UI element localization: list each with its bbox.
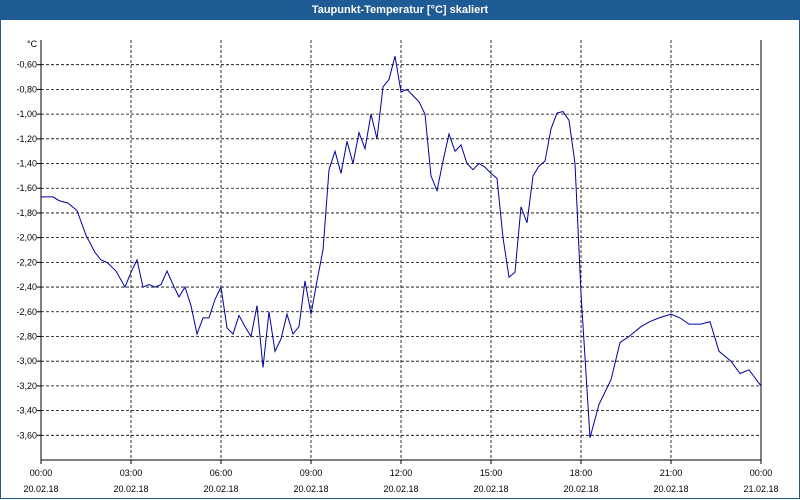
x-tick-time: 12:00 — [390, 468, 413, 478]
y-tick-label: -0,60 — [16, 60, 37, 70]
x-tick-time: 09:00 — [300, 468, 323, 478]
x-tick-date: 20.02.18 — [203, 484, 238, 494]
x-tick-date: 20.02.18 — [23, 484, 58, 494]
grid-lines — [41, 40, 761, 460]
x-tick-date: 20.02.18 — [563, 484, 598, 494]
y-tick-label: -3,60 — [16, 430, 37, 440]
x-tick-time: 00:00 — [750, 468, 773, 478]
x-tick-date: 20.02.18 — [293, 484, 328, 494]
y-tick-label: -2,00 — [16, 233, 37, 243]
y-tick-label: -0,80 — [16, 84, 37, 94]
y-tick-label: -1,40 — [16, 159, 37, 169]
y-tick-label: -2,20 — [16, 257, 37, 267]
x-tick-date: 20.02.18 — [653, 484, 688, 494]
line-chart: °C -0,60 -0,80 -1,00 -1,20 -1,40 -1,60 -1,80 -2… — [16, 39, 779, 494]
x-axis-ticks: 00:00 20.02.18 03:00 20.02.18 06:00 20.02.18 0… — [23, 460, 779, 494]
y-tick-label: -3,20 — [16, 381, 37, 391]
x-tick-time: 18:00 — [570, 468, 593, 478]
y-tick-label: -3,00 — [16, 356, 37, 366]
chart-title: Taupunkt-Temperatur [°C] skaliert — [0, 0, 800, 20]
x-tick-date: 20.02.18 — [383, 484, 418, 494]
y-tick-label: -1,20 — [16, 134, 37, 144]
x-tick-date: 20.02.18 — [473, 484, 508, 494]
x-tick-time: 00:00 — [30, 468, 53, 478]
x-tick-date: 21.02.18 — [743, 484, 778, 494]
y-tick-label: -1,00 — [16, 109, 37, 119]
x-tick-time: 15:00 — [480, 468, 503, 478]
y-tick-label: -1,60 — [16, 183, 37, 193]
x-tick-date: 20.02.18 — [113, 484, 148, 494]
y-tick-label: -2,60 — [16, 307, 37, 317]
y-tick-label: -1,80 — [16, 208, 37, 218]
x-tick-time: 06:00 — [210, 468, 233, 478]
x-tick-time: 21:00 — [660, 468, 683, 478]
y-tick-label: -2,40 — [16, 282, 37, 292]
x-tick-time: 03:00 — [120, 468, 143, 478]
y-axis-unit-label: °C — [27, 39, 38, 49]
y-tick-label: -2,80 — [16, 331, 37, 341]
y-tick-label: -3,40 — [16, 406, 37, 416]
y-axis-ticks: -0,60 -0,80 -1,00 -1,20 -1,40 -1,60 -1,80 -2,00… — [16, 60, 41, 440]
chart-frame: °C -0,60 -0,80 -1,00 -1,20 -1,40 -1,60 -1,80 -2… — [0, 20, 800, 499]
